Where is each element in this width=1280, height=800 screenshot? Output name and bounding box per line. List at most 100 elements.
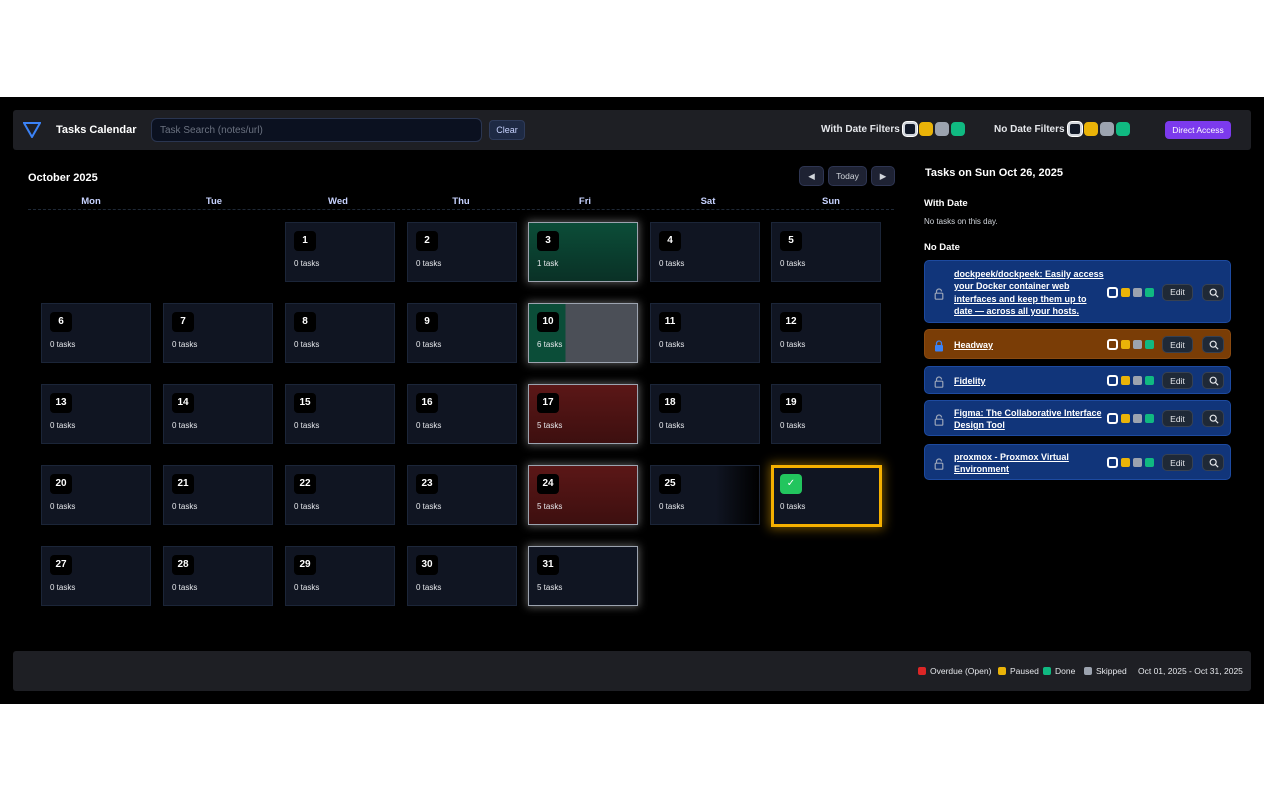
nodate-filter-skipped-toggle[interactable]: [1099, 122, 1114, 136]
search-task-icon[interactable]: [1202, 336, 1224, 353]
day-cell[interactable]: 3 1 task: [528, 222, 638, 282]
day-cell[interactable]: 2 0 tasks: [407, 222, 517, 282]
today-button[interactable]: Today: [828, 166, 867, 186]
status-open-toggle[interactable]: [1107, 286, 1118, 298]
month-title: October 2025: [28, 172, 98, 184]
next-month-button[interactable]: ▶: [871, 166, 895, 186]
status-paused-toggle[interactable]: [1121, 287, 1130, 297]
day-cell[interactable]: 22 0 tasks: [285, 465, 395, 525]
nodate-filter-done-toggle[interactable]: [1115, 122, 1130, 136]
day-cell[interactable]: 28 0 tasks: [163, 546, 273, 606]
day-cell[interactable]: 23 0 tasks: [407, 465, 517, 525]
day-task-count: 0 tasks: [780, 340, 806, 349]
status-paused-toggle[interactable]: [1121, 458, 1130, 467]
clear-search-button[interactable]: Clear: [489, 120, 525, 140]
day-cell[interactable]: 31 5 tasks: [528, 546, 638, 606]
status-skipped-toggle[interactable]: [1133, 340, 1142, 349]
search-task-icon[interactable]: [1202, 454, 1224, 471]
edit-task-button[interactable]: Edit: [1162, 283, 1193, 301]
day-cell[interactable]: 21 0 tasks: [163, 465, 273, 525]
lock-open-icon[interactable]: [934, 287, 944, 300]
day-cell[interactable]: 11 0 tasks: [650, 303, 760, 363]
status-done-toggle[interactable]: [1145, 458, 1154, 467]
day-cell[interactable]: ✓ 0 tasks: [771, 465, 882, 527]
status-done-toggle[interactable]: [1145, 414, 1154, 423]
day-cell[interactable]: 14 0 tasks: [163, 384, 273, 444]
task-link[interactable]: Headway: [954, 339, 1104, 352]
status-paused-toggle[interactable]: [1121, 340, 1130, 349]
lock-open-icon[interactable]: [934, 457, 944, 470]
filter-done-toggle[interactable]: [950, 122, 965, 136]
day-cell[interactable]: 19 0 tasks: [771, 384, 881, 444]
search-task-icon[interactable]: [1202, 410, 1224, 427]
edit-task-button[interactable]: Edit: [1162, 336, 1193, 353]
day-cell[interactable]: 27 0 tasks: [41, 546, 151, 606]
day-cell[interactable]: 1 0 tasks: [285, 222, 395, 282]
edit-task-button[interactable]: Edit: [1162, 454, 1193, 471]
search-task-icon[interactable]: [1202, 372, 1224, 389]
day-cell[interactable]: 6 0 tasks: [41, 303, 151, 363]
task-status-toggles: [1107, 286, 1157, 298]
nodate-filter-open-toggle[interactable]: [1067, 122, 1082, 136]
day-cell[interactable]: 13 0 tasks: [41, 384, 151, 444]
status-skipped-toggle[interactable]: [1133, 287, 1142, 297]
task-link[interactable]: Figma: The Collaborative Interface Desig…: [954, 407, 1104, 432]
status-skipped-toggle[interactable]: [1133, 376, 1142, 385]
day-number: 4: [659, 231, 681, 251]
header-bar: Tasks Calendar Clear With Date Filters N…: [13, 110, 1251, 150]
weekday-sat: Sat: [700, 196, 716, 207]
search-task-icon[interactable]: [1202, 283, 1224, 301]
task-search-input[interactable]: [151, 118, 482, 142]
day-task-count: 0 tasks: [294, 340, 320, 349]
day-cell[interactable]: 7 0 tasks: [163, 303, 273, 363]
day-task-count: 0 tasks: [659, 502, 685, 511]
day-cell[interactable]: 15 0 tasks: [285, 384, 395, 444]
lock-open-icon[interactable]: [934, 413, 944, 426]
status-open-toggle[interactable]: [1107, 339, 1118, 350]
day-cell[interactable]: 8 0 tasks: [285, 303, 395, 363]
prev-month-button[interactable]: ◀: [799, 166, 824, 186]
status-open-toggle[interactable]: [1107, 413, 1118, 424]
status-done-toggle[interactable]: [1145, 340, 1154, 349]
legend-label: Done: [1055, 666, 1076, 676]
day-cell[interactable]: 18 0 tasks: [650, 384, 760, 444]
status-paused-toggle[interactable]: [1121, 376, 1130, 385]
filter-paused-toggle[interactable]: [918, 122, 933, 136]
day-cell[interactable]: 10 6 tasks: [528, 303, 638, 363]
status-skipped-toggle[interactable]: [1133, 414, 1142, 423]
day-number: 11: [659, 312, 681, 332]
day-number: 12: [780, 312, 802, 332]
legend-item: Paused: [998, 666, 1039, 676]
edit-task-button[interactable]: Edit: [1162, 372, 1193, 389]
task-status-toggles: [1107, 413, 1157, 424]
edit-task-button[interactable]: Edit: [1162, 410, 1193, 427]
task-link[interactable]: dockpeek/dockpeek: Easily access your Do…: [954, 268, 1104, 318]
filter-open-toggle[interactable]: [902, 122, 917, 136]
status-done-toggle[interactable]: [1145, 376, 1154, 385]
day-cell[interactable]: 16 0 tasks: [407, 384, 517, 444]
lock-closed-icon[interactable]: [934, 339, 944, 352]
day-cell[interactable]: 30 0 tasks: [407, 546, 517, 606]
day-cell[interactable]: 24 5 tasks: [528, 465, 638, 525]
lock-open-icon[interactable]: [934, 375, 944, 388]
task-link[interactable]: proxmox - Proxmox Virtual Environment: [954, 451, 1104, 476]
status-skipped-toggle[interactable]: [1133, 458, 1142, 467]
status-done-toggle[interactable]: [1145, 287, 1154, 297]
day-cell[interactable]: 4 0 tasks: [650, 222, 760, 282]
day-cell[interactable]: 9 0 tasks: [407, 303, 517, 363]
status-open-toggle[interactable]: [1107, 457, 1118, 468]
day-cell[interactable]: 17 5 tasks: [528, 384, 638, 444]
status-open-toggle[interactable]: [1107, 375, 1118, 386]
day-cell[interactable]: 5 0 tasks: [771, 222, 881, 282]
day-cell[interactable]: 29 0 tasks: [285, 546, 395, 606]
filter-skipped-toggle[interactable]: [934, 122, 949, 136]
task-link[interactable]: Fidelity: [954, 375, 1104, 388]
day-cell[interactable]: 20 0 tasks: [41, 465, 151, 525]
logo-icon[interactable]: [23, 122, 41, 138]
nodate-filter-paused-toggle[interactable]: [1083, 122, 1098, 136]
task-status-toggles: [1107, 339, 1157, 350]
status-paused-toggle[interactable]: [1121, 414, 1130, 423]
direct-access-button[interactable]: Direct Access: [1165, 121, 1231, 139]
day-cell[interactable]: 25 0 tasks: [650, 465, 760, 525]
day-cell[interactable]: 12 0 tasks: [771, 303, 881, 363]
